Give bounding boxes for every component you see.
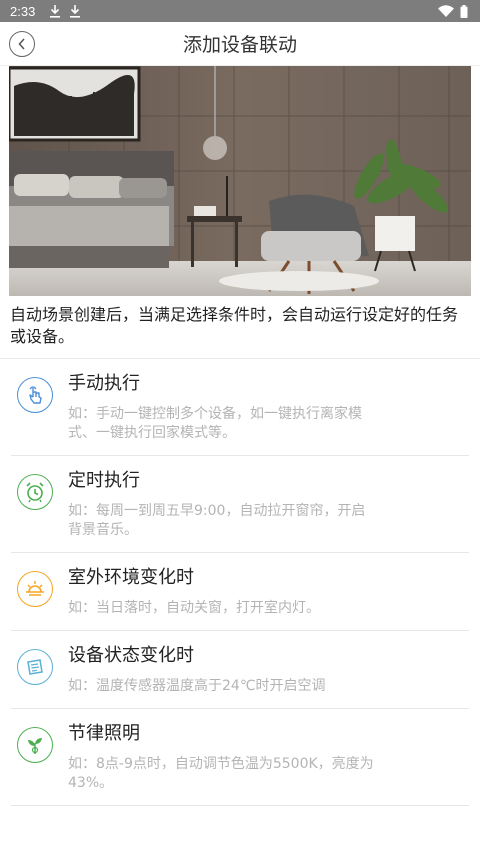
battery-icon [460, 4, 468, 18]
item-desc: 如：当日落时，自动关窗，打开室内灯。 [68, 600, 320, 616]
list-item-timer[interactable]: 定时执行 如：每周一到周五早9:00，自动拉开窗帘，开启背景音乐。 [11, 456, 469, 553]
status-bar: 2:33 [0, 0, 480, 22]
status-time: 2:33 [10, 3, 36, 19]
item-title: 设备状态变化时 [68, 645, 194, 666]
device-state-icon [17, 649, 53, 685]
list-item-rhythm-lighting[interactable]: 节律照明 如：8点-9点时，自动调节色温为5500K，亮度为43%。 [11, 709, 469, 806]
download-icon [50, 4, 61, 18]
download-icon [70, 4, 81, 18]
sunset-icon [17, 571, 53, 607]
list-item-device-state[interactable]: 设备状态变化时 如：温度传感器温度高于24℃时开启空调 [11, 631, 469, 709]
hand-tap-icon [17, 377, 53, 413]
item-desc: 如：手动一键控制多个设备，如一键执行离家模式、一键执行回家模式等。 [68, 406, 362, 441]
item-title: 定时执行 [68, 470, 140, 491]
trigger-list: 手动执行 如：手动一键控制多个设备，如一键执行离家模式、一键执行回家模式等。 定… [0, 359, 480, 806]
plant-bulb-icon [17, 727, 53, 763]
item-desc: 如：8点-9点时，自动调节色温为5500K，亮度为43%。 [68, 756, 374, 791]
item-title: 手动执行 [68, 373, 140, 394]
list-item-manual[interactable]: 手动执行 如：手动一键控制多个设备，如一键执行离家模式、一键执行回家模式等。 [11, 359, 469, 456]
description-text: 自动场景创建后，当满足选择条件时，会自动运行设定好的任务或设备。 [0, 296, 480, 359]
hero-image [9, 66, 471, 296]
item-title: 室外环境变化时 [68, 567, 194, 588]
item-title: 节律照明 [68, 723, 140, 744]
alarm-clock-icon [17, 474, 53, 510]
item-desc: 如：温度传感器温度高于24℃时开启空调 [68, 678, 326, 694]
chevron-left-icon [18, 38, 25, 50]
page-title: 添加设备联动 [182, 34, 297, 56]
item-desc: 如：每周一到周五早9:00，自动拉开窗帘，开启背景音乐。 [68, 503, 366, 538]
nav-bar: 添加设备联动 [0, 22, 480, 66]
back-button[interactable] [9, 31, 35, 57]
list-item-outdoor[interactable]: 室外环境变化时 如：当日落时，自动关窗，打开室内灯。 [11, 553, 469, 631]
wifi-icon [438, 5, 454, 17]
